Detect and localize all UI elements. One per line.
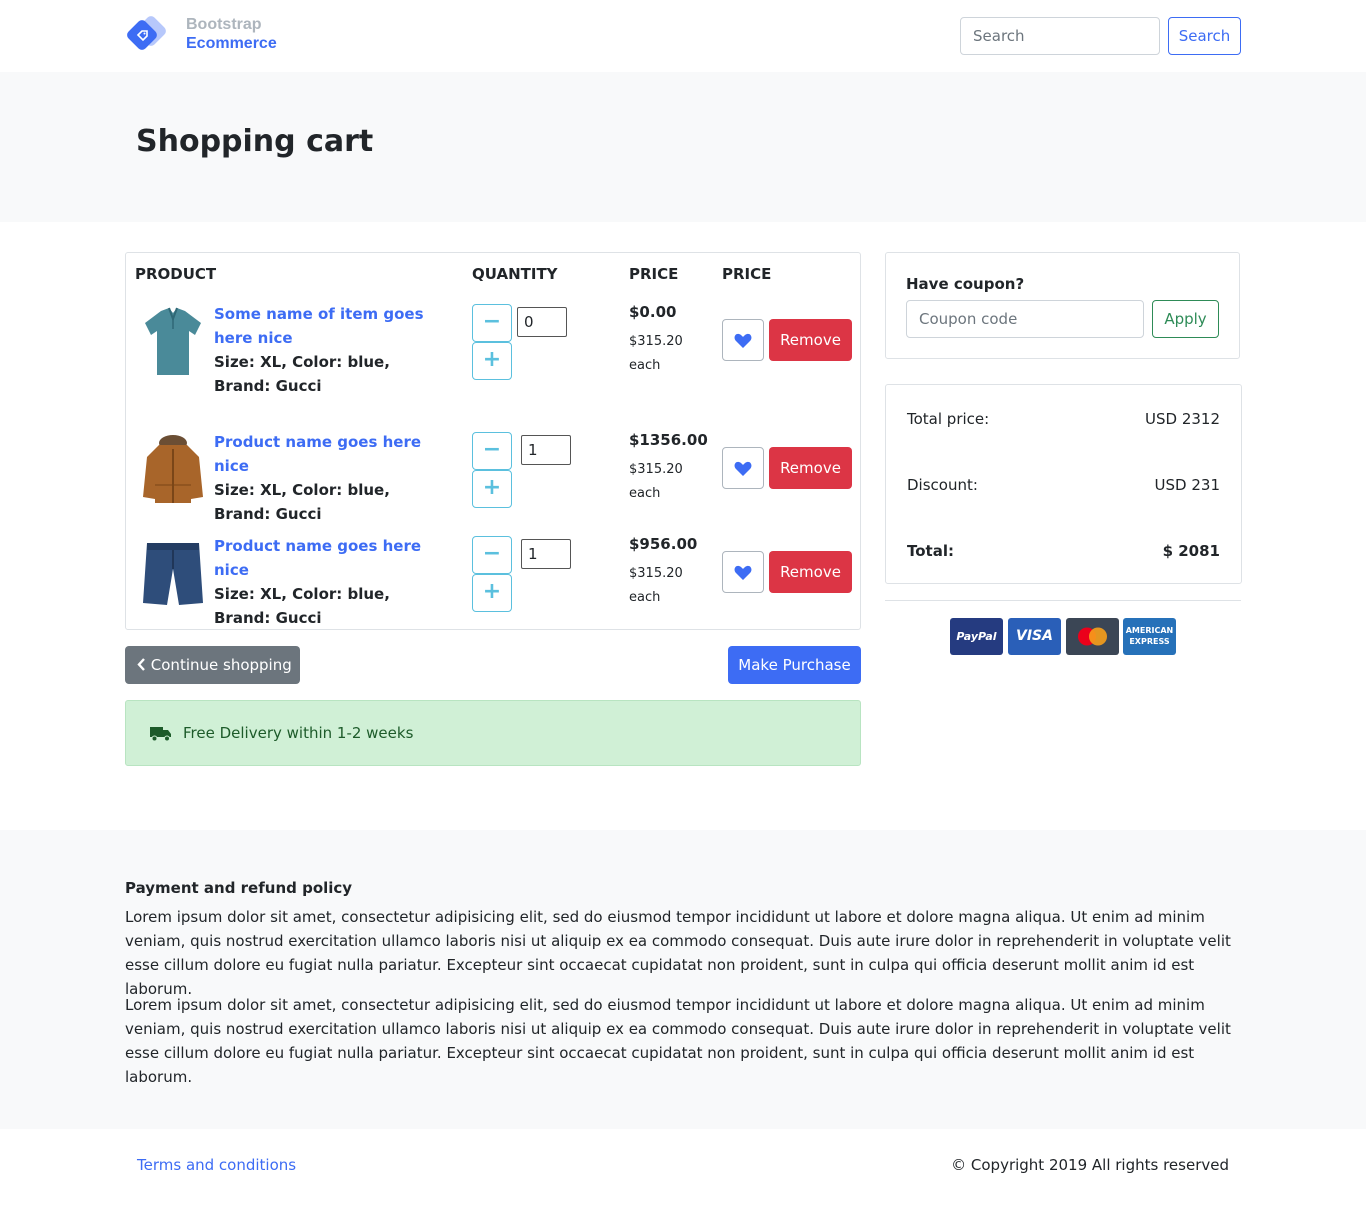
grand-total-value: $ 2081	[1162, 542, 1220, 560]
coupon-card: Have coupon? Apply	[885, 252, 1240, 359]
visa-icon: VISA	[1008, 618, 1061, 655]
item-each-price: $315.20 each	[629, 330, 683, 378]
wishlist-button[interactable]	[722, 447, 764, 489]
chevron-left-icon	[137, 658, 145, 671]
item-price: $0.00	[629, 303, 677, 321]
mastercard-icon	[1066, 618, 1119, 655]
cart-table: PRODUCT QUANTITY PRICE PRICE Some name o…	[125, 252, 861, 630]
product-name[interactable]: Product name goes here nice	[214, 534, 454, 582]
product-name[interactable]: Product name goes here nice	[214, 430, 454, 478]
paypal-icon: PayPal	[950, 618, 1003, 655]
amex-label-2: EXPRESS	[1129, 637, 1170, 646]
wishlist-button[interactable]	[722, 319, 764, 361]
amex-label-1: AMERICAN	[1125, 626, 1174, 635]
item-each-price: $315.20 each	[629, 458, 683, 506]
totals-card: Total price: USD 2312 Discount: USD 231 …	[885, 384, 1242, 584]
column-header-price-actions: PRICE	[722, 265, 772, 283]
item-price: $956.00	[629, 535, 698, 553]
item-price: $1356.00	[629, 431, 708, 449]
delivery-alert: Free Delivery within 1-2 weeks	[125, 700, 861, 766]
page-banner: Shopping cart	[0, 72, 1366, 222]
top-header: Bootstrap Ecommerce Search	[0, 0, 1366, 72]
product-meta-size: Size: XL, Color: blue,	[214, 585, 390, 603]
quantity-decrease-button[interactable]: −	[472, 536, 512, 574]
tshirt-icon	[145, 307, 201, 375]
quantity-increase-button[interactable]: +	[472, 342, 512, 380]
product-name-link[interactable]: Product name goes here nice Size: XL, Co…	[214, 430, 454, 526]
discount-label: Discount:	[907, 476, 978, 494]
product-name-link[interactable]: Product name goes here nice Size: XL, Co…	[214, 534, 454, 630]
divider	[885, 600, 1241, 601]
visa-label: VISA	[1016, 628, 1053, 644]
footer: Terms and conditions © Copyright 2019 Al…	[0, 1129, 1366, 1217]
remove-button[interactable]: Remove	[769, 319, 852, 361]
terms-link[interactable]: Terms and conditions	[137, 1156, 296, 1174]
truck-icon	[150, 727, 171, 742]
cart-row: Some name of item goes here nice Size: X…	[126, 301, 860, 421]
shorts-icon	[143, 543, 203, 605]
quantity-increase-button[interactable]: +	[472, 574, 512, 612]
total-price-value: USD 2312	[1145, 410, 1220, 428]
item-each-price: $315.20 each	[629, 562, 683, 610]
heart-icon	[734, 461, 752, 476]
quantity-decrease-button[interactable]: −	[472, 432, 512, 470]
column-header-quantity: QUANTITY	[472, 265, 558, 283]
continue-shopping-button[interactable]: Continue shopping	[125, 646, 300, 684]
coupon-input[interactable]	[906, 300, 1144, 338]
quantity-input[interactable]	[517, 307, 567, 337]
make-purchase-button[interactable]: Make Purchase	[728, 646, 861, 684]
product-meta-brand: Brand: Gucci	[214, 377, 322, 395]
brand-line2: Ecommerce	[186, 35, 277, 52]
brand-line1: Bootstrap	[186, 16, 262, 33]
paypal-label: PayPal	[956, 630, 997, 643]
product-meta-size: Size: XL, Color: blue,	[214, 481, 390, 499]
each-price-value: $315.20	[629, 334, 683, 349]
grand-total-label: Total:	[907, 542, 954, 560]
delivery-text: Free Delivery within 1-2 weeks	[183, 724, 414, 742]
cart-row: Product name goes here nice Size: XL, Co…	[126, 533, 860, 629]
search-input[interactable]	[960, 17, 1160, 55]
quantity-increase-button[interactable]: +	[472, 470, 512, 508]
product-name-link[interactable]: Some name of item goes here nice Size: X…	[214, 302, 454, 398]
each-label: each	[629, 486, 661, 501]
column-header-product: PRODUCT	[135, 265, 217, 283]
coupon-label: Have coupon?	[906, 275, 1025, 293]
total-price-label: Total price:	[907, 410, 990, 428]
remove-button[interactable]: Remove	[769, 447, 852, 489]
quantity-decrease-button[interactable]: −	[472, 304, 512, 342]
wishlist-button[interactable]	[722, 551, 764, 593]
brand-name[interactable]: Bootstrap Ecommerce	[186, 15, 277, 53]
product-meta-size: Size: XL, Color: blue,	[214, 353, 390, 371]
each-price-value: $315.20	[629, 566, 683, 581]
amex-icon: AMERICAN EXPRESS	[1123, 618, 1176, 655]
each-label: each	[629, 590, 661, 605]
quantity-input[interactable]	[521, 435, 571, 465]
discount-value: USD 231	[1154, 476, 1220, 494]
jacket-icon	[143, 435, 203, 503]
cart-row: Product name goes here nice Size: XL, Co…	[126, 429, 860, 529]
logo-icon[interactable]	[125, 15, 167, 57]
policy-paragraph: Lorem ipsum dolor sit amet, consectetur …	[125, 996, 1231, 1086]
page-title: Shopping cart	[136, 124, 374, 159]
each-label: each	[629, 358, 661, 373]
product-meta-brand: Brand: Gucci	[214, 609, 322, 627]
product-meta-brand: Brand: Gucci	[214, 505, 322, 523]
policy-section: Payment and refund policy Lorem ipsum do…	[0, 830, 1366, 1129]
apply-coupon-button[interactable]: Apply	[1152, 300, 1219, 338]
heart-icon	[734, 565, 752, 580]
continue-shopping-label: Continue shopping	[150, 656, 292, 674]
heart-icon	[734, 333, 752, 348]
quantity-input[interactable]	[521, 539, 571, 569]
column-header-price: PRICE	[629, 265, 679, 283]
search-button[interactable]: Search	[1168, 17, 1241, 55]
policy-paragraph: Lorem ipsum dolor sit amet, consectetur …	[125, 908, 1231, 998]
remove-button[interactable]: Remove	[769, 551, 852, 593]
policy-title: Payment and refund policy	[125, 879, 353, 897]
copyright-text: © Copyright 2019 All rights reserved	[951, 1156, 1229, 1174]
product-name[interactable]: Some name of item goes here nice	[214, 305, 424, 347]
each-price-value: $315.20	[629, 462, 683, 477]
